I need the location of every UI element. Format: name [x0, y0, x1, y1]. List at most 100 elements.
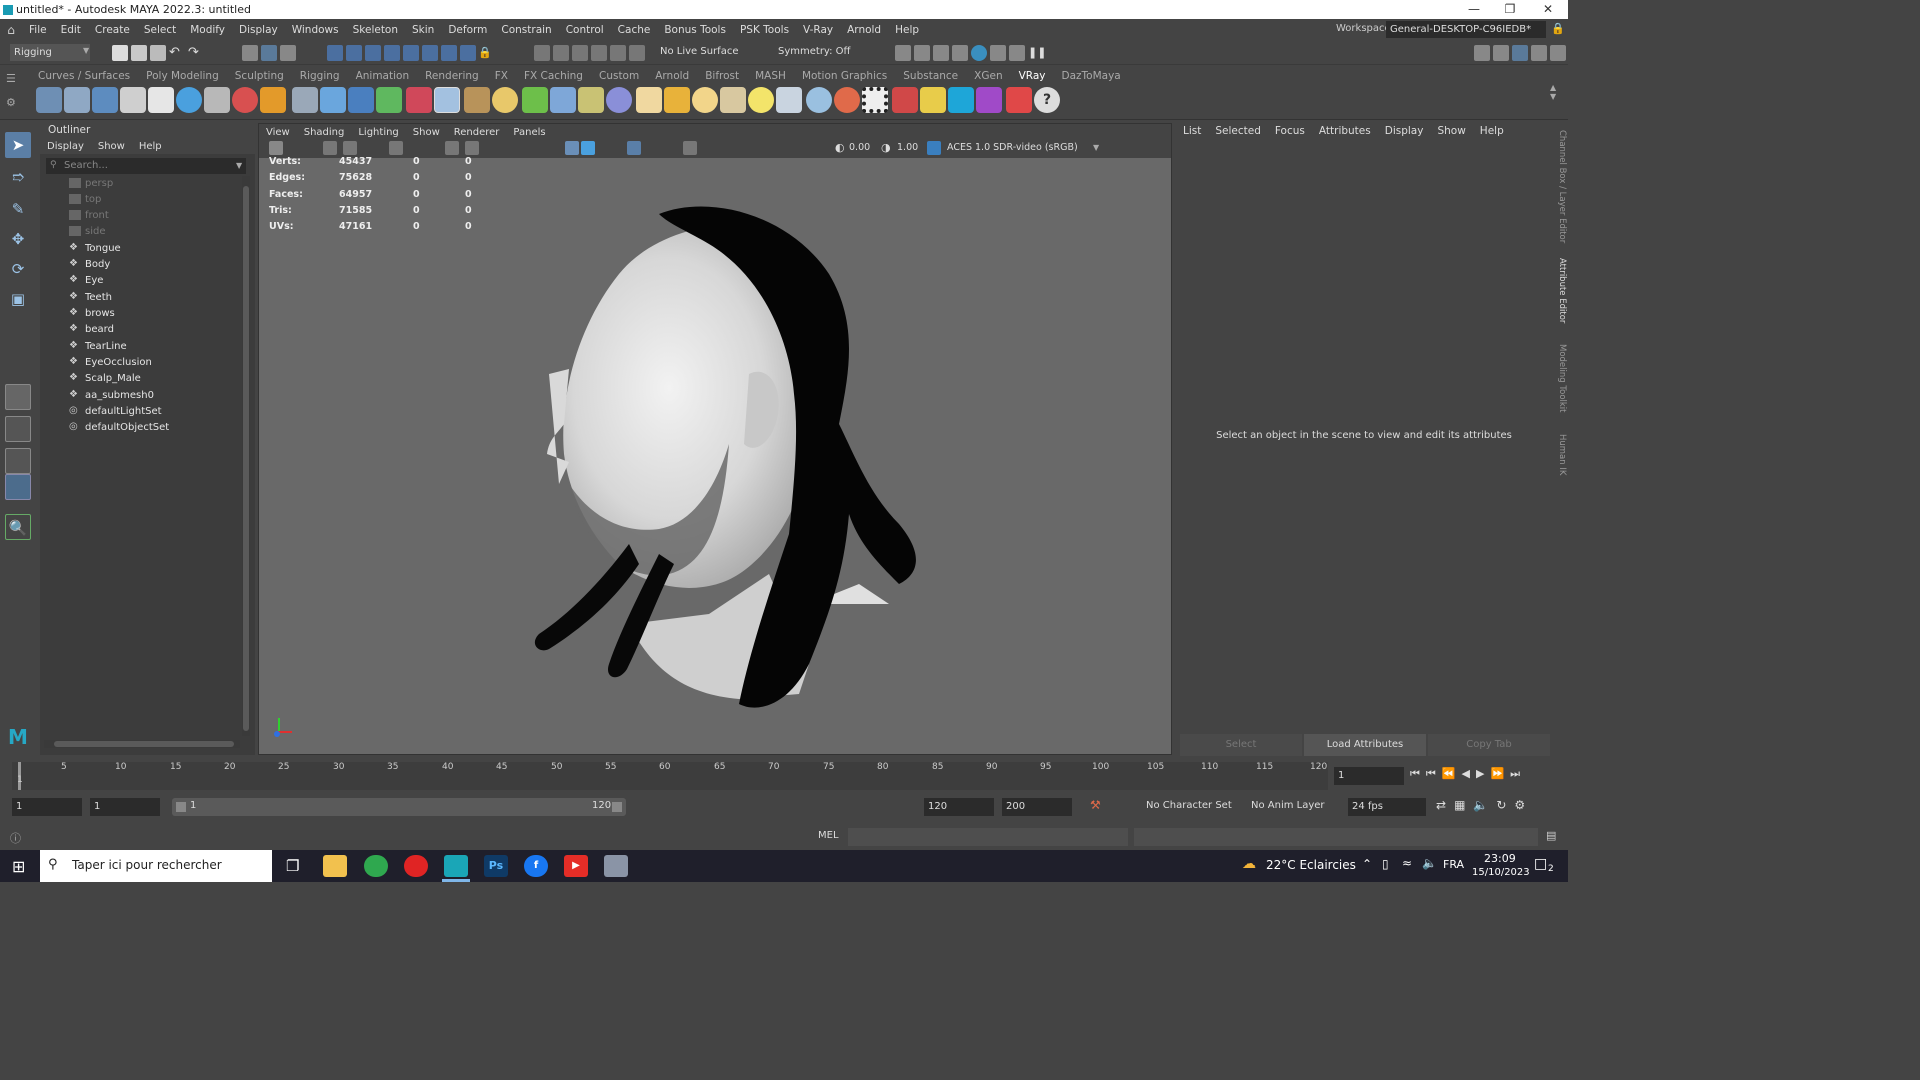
- maya-taskbar-icon[interactable]: [444, 855, 468, 877]
- help-icon[interactable]: ⓘ: [10, 830, 21, 846]
- menu-arnold[interactable]: Arnold: [840, 24, 888, 36]
- shelf-menu-icon[interactable]: ☰: [6, 72, 16, 85]
- vray-globe-icon[interactable]: [492, 87, 518, 113]
- weather-icon[interactable]: ☁: [1242, 856, 1256, 872]
- scene-start-field[interactable]: 1: [12, 798, 82, 816]
- live-surface-field[interactable]: No Live Surface: [660, 46, 738, 57]
- menu-help[interactable]: Help: [888, 24, 926, 36]
- menu-vray[interactable]: V-Ray: [796, 24, 840, 36]
- vray-checker-icon[interactable]: [862, 87, 888, 113]
- script-language-label[interactable]: MEL: [818, 830, 839, 841]
- snap-surface-icon[interactable]: [610, 45, 626, 61]
- clock-time[interactable]: 23:09: [1484, 852, 1516, 865]
- load-attributes-button[interactable]: Load Attributes: [1304, 734, 1426, 756]
- viewport-menu-panels[interactable]: Panels: [506, 127, 552, 138]
- vray-vfb-icon[interactable]: [892, 87, 918, 113]
- vray-palette-icon[interactable]: [1006, 87, 1032, 113]
- vray-dome-light-icon[interactable]: [636, 87, 662, 113]
- vray-proxy-icon[interactable]: [292, 87, 318, 113]
- four-view-icon[interactable]: [5, 416, 31, 442]
- youtube-icon[interactable]: ▶: [564, 855, 588, 877]
- outliner-item-teeth[interactable]: ❖ Teeth: [69, 289, 112, 305]
- menu-deform[interactable]: Deform: [441, 24, 494, 36]
- vray-help-icon[interactable]: ?: [1034, 87, 1060, 113]
- time-slider[interactable]: 1 5 10 15 20 25 30 35 40 45 50 55 60 65 …: [0, 758, 1568, 794]
- vray-ies-light-icon[interactable]: [806, 87, 832, 113]
- chevron-down-icon[interactable]: ▼: [236, 161, 242, 170]
- menu-display[interactable]: Display: [232, 24, 285, 36]
- outliner-hscroll-thumb[interactable]: [54, 741, 234, 747]
- outliner-horizontal-scrollbar[interactable]: [44, 740, 240, 748]
- windows-start-icon[interactable]: ⊞: [12, 857, 25, 876]
- render-view-icon[interactable]: [990, 45, 1006, 61]
- select-object-icon[interactable]: [261, 45, 277, 61]
- vray-fire-icon[interactable]: [260, 87, 286, 113]
- undo-icon[interactable]: ↶: [169, 45, 185, 61]
- menu-edit[interactable]: Edit: [54, 24, 88, 36]
- restore-icon[interactable]: ❐: [1492, 0, 1528, 19]
- outliner-item-eyeocclusion[interactable]: ❖ EyeOcclusion: [69, 354, 152, 370]
- shelf-tab-motion-graphics[interactable]: Motion Graphics: [794, 70, 895, 82]
- vray-dome-icon[interactable]: [434, 87, 460, 113]
- vray-spot-light-icon[interactable]: [720, 87, 746, 113]
- workspace-select[interactable]: General-DESKTOP-C96IEDB*: [1386, 21, 1546, 38]
- bookmark-icon[interactable]: [323, 141, 337, 155]
- film-gate-icon[interactable]: [465, 141, 479, 155]
- shelf-tab-bifrost[interactable]: Bifrost: [697, 70, 747, 82]
- menu-select[interactable]: Select: [137, 24, 183, 36]
- script-editor-icon[interactable]: ▤: [1546, 829, 1556, 842]
- pick-mask-icon-5[interactable]: [403, 45, 419, 61]
- pick-mask-icon-4[interactable]: [384, 45, 400, 61]
- smooth-shade-icon[interactable]: [581, 141, 595, 155]
- pick-mask-icon-2[interactable]: [346, 45, 362, 61]
- outliner-menu-help[interactable]: Help: [132, 141, 169, 152]
- outliner-item-aa-submesh0[interactable]: ❖ aa_submesh0: [69, 387, 154, 403]
- vray-drop-icon[interactable]: [348, 87, 374, 113]
- snap-grid-icon[interactable]: [534, 45, 550, 61]
- outliner-search-input[interactable]: Search...: [46, 158, 246, 174]
- new-scene-icon[interactable]: [112, 45, 128, 61]
- shelf-tab-rigging[interactable]: Rigging: [292, 70, 348, 82]
- vray-settings-icon[interactable]: [148, 87, 174, 113]
- tab-channel-box[interactable]: Channel Box / Layer Editor: [1553, 130, 1567, 243]
- outliner-item-tongue[interactable]: ❖ Tongue: [69, 240, 121, 256]
- range-slider-bar[interactable]: 1 120: [172, 798, 626, 816]
- lock-selection-icon[interactable]: 🔒: [478, 45, 494, 61]
- vray-sun-icon[interactable]: [36, 87, 62, 113]
- shelf-tab-sculpting[interactable]: Sculpting: [227, 70, 292, 82]
- close-icon[interactable]: ✕: [1530, 0, 1566, 19]
- go-to-start-icon[interactable]: ⏮: [1410, 767, 1426, 780]
- render-frame-icon[interactable]: [895, 45, 911, 61]
- menu-skin[interactable]: Skin: [405, 24, 441, 36]
- notifications-icon[interactable]: □: [1534, 856, 1547, 872]
- outliner-layout-icon[interactable]: [5, 474, 31, 500]
- preferences-icon[interactable]: ⚙: [1514, 798, 1533, 812]
- menu-create[interactable]: Create: [88, 24, 137, 36]
- cache-icon[interactable]: ▦: [1454, 798, 1473, 812]
- minimize-icon[interactable]: —: [1456, 0, 1492, 19]
- go-to-end-icon[interactable]: ⏭: [1510, 767, 1526, 780]
- pick-mask-icon-3[interactable]: [365, 45, 381, 61]
- tab-modeling-toolkit[interactable]: Modeling Toolkit: [1553, 344, 1567, 413]
- snap-curve-icon[interactable]: [553, 45, 569, 61]
- vray-rect-light-icon[interactable]: [664, 87, 690, 113]
- vray-grass-icon[interactable]: [522, 87, 548, 113]
- snap-point-icon[interactable]: [572, 45, 588, 61]
- command-input[interactable]: [848, 828, 1128, 846]
- shelf-tab-daztomaya[interactable]: DazToMaya: [1054, 70, 1129, 82]
- shelf-tab-animation[interactable]: Animation: [348, 70, 418, 82]
- vray-chaos-icon[interactable]: [976, 87, 1002, 113]
- menu-set-select[interactable]: Rigging: [10, 44, 90, 61]
- gamma-icon[interactable]: ◑: [881, 141, 895, 155]
- toggle-panel-icon-1[interactable]: [1474, 45, 1490, 61]
- copy-tab-button[interactable]: Copy Tab: [1428, 734, 1550, 756]
- lasso-tool-icon[interactable]: ➱: [5, 164, 31, 190]
- vray-gear-icon[interactable]: [550, 87, 576, 113]
- anim-layer-select[interactable]: No Anim Layer: [1251, 800, 1325, 811]
- vray-curve-icon[interactable]: [578, 87, 604, 113]
- scene-end-field[interactable]: 200: [1002, 798, 1072, 816]
- hypershade-icon[interactable]: [971, 45, 987, 61]
- shelf-tab-poly-modeling[interactable]: Poly Modeling: [138, 70, 227, 82]
- wifi-icon[interactable]: ≈: [1402, 856, 1412, 870]
- menu-bonus-tools[interactable]: Bonus Tools: [657, 24, 733, 36]
